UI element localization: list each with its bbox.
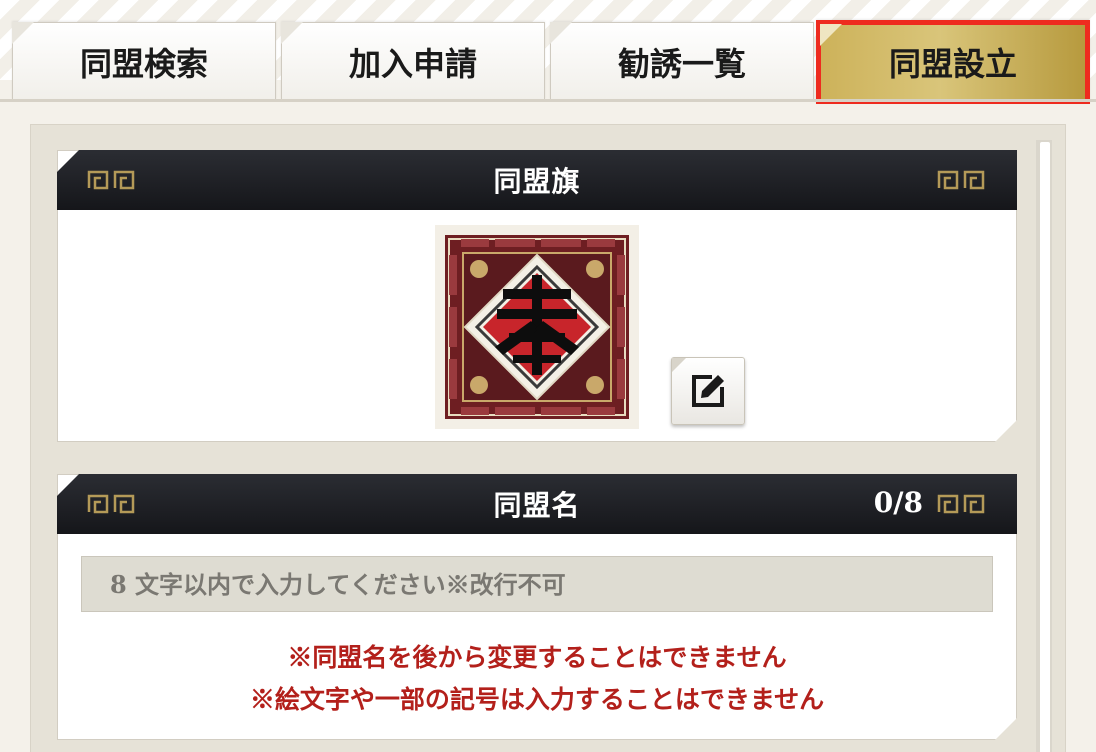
section-header: 同盟旗 bbox=[57, 150, 1017, 210]
warning-no-emoji: ※絵文字や一部の記号は入力することはできません bbox=[249, 685, 825, 714]
alliance-banner-emblem-icon bbox=[435, 225, 639, 429]
warning-no-rename: ※同盟名を後から変更することはできません bbox=[287, 643, 787, 672]
scrollbar-thumb[interactable] bbox=[1040, 142, 1050, 752]
alliance-name-input[interactable] bbox=[81, 556, 993, 612]
tab-join-request[interactable]: 加入申請 bbox=[281, 22, 545, 100]
tab-label: 勧誘一覧 bbox=[617, 44, 746, 83]
tab-label: 同盟設立 bbox=[888, 45, 1017, 83]
character-counter: 0/8 bbox=[873, 486, 923, 519]
edit-banner-button[interactable] bbox=[671, 357, 745, 425]
edit-pencil-icon bbox=[688, 371, 728, 411]
tab-divider bbox=[0, 99, 1096, 102]
alliance-banner[interactable] bbox=[435, 225, 639, 429]
meander-ornament-icon bbox=[87, 494, 137, 514]
section-title: 同盟名 bbox=[493, 489, 581, 522]
banner-section: 同盟旗 bbox=[57, 150, 1017, 442]
section-title: 同盟旗 bbox=[493, 165, 581, 198]
tab-label: 同盟検索 bbox=[79, 44, 208, 83]
alliance-name-section: 同盟名 0/8 ※同盟名を後から変更することはできません ※絵文字や一部の記号は… bbox=[57, 474, 1017, 740]
tab-alliance-search[interactable]: 同盟検索 bbox=[12, 22, 276, 100]
meander-ornament-icon bbox=[87, 170, 137, 190]
tab-alliance-create[interactable]: 同盟設立 bbox=[816, 20, 1090, 104]
meander-ornament-icon bbox=[937, 170, 987, 190]
tab-invitation-list[interactable]: 勧誘一覧 bbox=[550, 22, 814, 100]
section-header: 同盟名 0/8 bbox=[57, 474, 1017, 534]
tab-label: 加入申請 bbox=[348, 44, 477, 83]
meander-ornament-icon bbox=[937, 494, 987, 514]
